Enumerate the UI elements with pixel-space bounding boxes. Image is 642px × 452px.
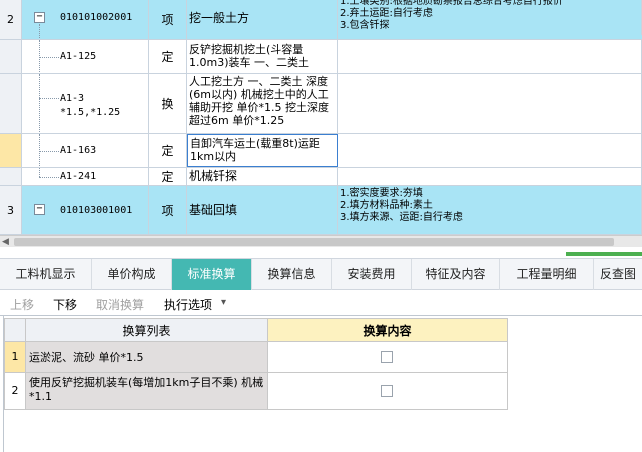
row-number [0,74,22,133]
code-cell[interactable]: − 010103001001 [22,186,149,234]
name-cell[interactable]: 人工挖土方 一、二类土 深度(6m以内) 机械挖土中的人工辅助开挖 单价*1.5… [187,74,338,133]
code-text: A1-241 [60,171,97,182]
tree-line [39,57,59,58]
feature-cell[interactable] [338,168,642,185]
feature-cell[interactable] [338,40,642,73]
table-row[interactable]: 2 − 010101002001 项 挖一般土方 1.土壤类别:根据地质勘察报告… [0,0,642,40]
move-down-button[interactable]: 下移 [53,296,77,313]
row-number: 2 [4,372,26,410]
row-number: 1 [4,341,26,373]
collapse-icon[interactable]: − [34,204,45,215]
tree-line [39,177,59,178]
feature-cell[interactable] [338,134,642,167]
code-cell[interactable]: − 010101002001 [22,0,149,39]
conversion-content-cell[interactable] [267,341,508,373]
conversion-item[interactable]: 使用反铲挖掘机装车(每增加1km子目不乘) 机械*1.1 [25,372,268,410]
conversion-table: 换算列表 换算内容 1 运淤泥、流砂 单价*1.5 2 使用反铲挖掘机装车(每增… [0,315,642,452]
conversion-item[interactable]: 运淤泥、流砂 单价*1.5 [25,341,268,373]
conversion-text: 运淤泥、流砂 单价*1.5 [29,351,144,364]
table-row[interactable]: A1-3 *1.5,*1.25 换 人工挖土方 一、二类土 深度(6m以内) 机… [0,74,642,134]
table-row[interactable]: A1-125 定 反铲挖掘机挖土(斗容量1.0m3)装车 一、二类土 [0,40,642,74]
code-cell[interactable]: A1-241 [22,168,149,185]
feature-line: 1.密实度要求:夯填 [340,188,423,199]
tree-line [39,74,40,133]
feature-cell[interactable] [338,74,642,133]
code-cell[interactable]: A1-125 [22,40,149,73]
table-row[interactable]: A1-163 定 自卸汽车运土(载重8t)运距1km以内 [0,134,642,168]
row-number: 2 [0,0,22,39]
name-text: 基础回填 [189,203,238,217]
cancel-conversion-button[interactable]: 取消换算 [96,296,144,313]
checkbox[interactable] [381,385,393,397]
tab-install-fee[interactable]: 安装费用 [332,259,412,290]
horizontal-scrollbar[interactable]: ◀ [0,235,642,247]
item-grid: 2 − 010101002001 项 挖一般土方 1.土壤类别:根据地质勘察报告… [0,0,642,235]
feature-line: 2.填方材料品种:素土 [340,200,433,211]
bottom-tabs: 工料机显示 单价构成 标准换算 换算信息 安装费用 特征及内容 工程量明细 反查… [0,258,642,290]
type-cell[interactable]: 换 [149,74,187,133]
type-cell[interactable]: 定 [149,134,187,167]
code-cell[interactable]: A1-3 *1.5,*1.25 [22,74,149,133]
tab-labor-material[interactable]: 工料机显示 [0,259,92,290]
feature-line: 3.填方来源、运距:自行考虑 [340,212,463,223]
conversion-list-header: 换算列表 [25,318,268,342]
conversion-toolbar: 上移 下移 取消换算 执行选项 ▾ [0,291,642,315]
feature-line: 3.包含钎探 [340,20,390,31]
name-cell[interactable]: 自卸汽车运土(载重8t)运距1km以内 [187,134,338,167]
type-cell[interactable]: 项 [149,0,187,39]
feature-line: 1.土壤类别:根据地质勘察报告总综合考虑自行报价 [340,0,563,7]
name-text: 挖一般土方 [189,11,250,25]
name-text: 自卸汽车运土(载重8t)运距1km以内 [190,137,320,163]
code-text: 010103001001 [60,205,133,216]
row-number [0,134,22,167]
row-number: 3 [0,186,22,234]
tab-reverse-lookup[interactable]: 反查图 [594,259,642,290]
feature-cell[interactable]: 1.密实度要求:夯填 2.填方材料品种:素土 3.填方来源、运距:自行考虑 [338,186,642,234]
type-cell[interactable]: 定 [149,168,187,185]
chevron-down-icon[interactable]: ▾ [221,297,226,308]
exec-options-button[interactable]: 执行选项 [164,296,212,313]
name-text: 机械钎探 [189,169,238,183]
feature-line: 2.弃土运距:自行考虑 [340,8,433,19]
name-text: 反铲挖掘机挖土(斗容量1.0m3)装车 一、二类土 [189,43,309,69]
name-cell[interactable]: 反铲挖掘机挖土(斗容量1.0m3)装车 一、二类土 [187,40,338,73]
conversion-content-header: 换算内容 [267,318,508,342]
code-text: A1-3 *1.5,*1.25 [60,93,121,118]
code-text: A1-125 [60,51,97,62]
tab-standard-conversion[interactable]: 标准换算 [172,259,252,290]
tab-conversion-info[interactable]: 换算信息 [252,259,332,290]
tree-line [39,151,59,152]
code-text: A1-163 [60,145,97,156]
name-text: 人工挖土方 一、二类土 深度(6m以内) 机械挖土中的人工辅助开挖 单价*1.5… [189,75,329,127]
code-text: 010101002001 [60,12,133,23]
list-header [4,318,26,342]
progress-bar [566,252,642,256]
tree-line [39,168,40,177]
code-cell[interactable]: A1-163 [22,134,149,167]
move-up-button[interactable]: 上移 [10,296,34,313]
row-number [0,168,22,185]
scroll-left-icon[interactable]: ◀ [2,237,9,247]
type-cell[interactable]: 定 [149,40,187,73]
feature-cell[interactable]: 1.土壤类别:根据地质勘察报告总综合考虑自行报价 2.弃土运距:自行考虑 3.包… [338,0,642,35]
table-row[interactable]: 3 − 010103001001 项 基础回填 1.密实度要求:夯填 2.填方材… [0,186,642,235]
conversion-text: 使用反铲挖掘机装车(每增加1km子目不乘) 机械*1.1 [29,376,264,403]
name-cell[interactable]: 机械钎探 [187,168,338,185]
table-row[interactable]: A1-241 定 机械钎探 [0,168,642,186]
type-cell[interactable]: 项 [149,186,187,234]
name-cell[interactable]: 基础回填 [187,186,338,234]
tab-quantity-detail[interactable]: 工程量明细 [500,259,594,290]
conversion-content-cell[interactable] [267,372,508,410]
panel-splitter[interactable] [0,247,642,258]
tab-unit-price[interactable]: 单价构成 [92,259,172,290]
collapse-icon[interactable]: − [34,12,45,23]
scroll-thumb[interactable] [14,238,614,246]
tab-features[interactable]: 特征及内容 [412,259,500,290]
checkbox[interactable] [381,351,393,363]
tree-line [39,24,40,39]
tree-line [39,98,59,99]
row-number [0,40,22,73]
name-cell[interactable]: 挖一般土方 [187,0,338,39]
